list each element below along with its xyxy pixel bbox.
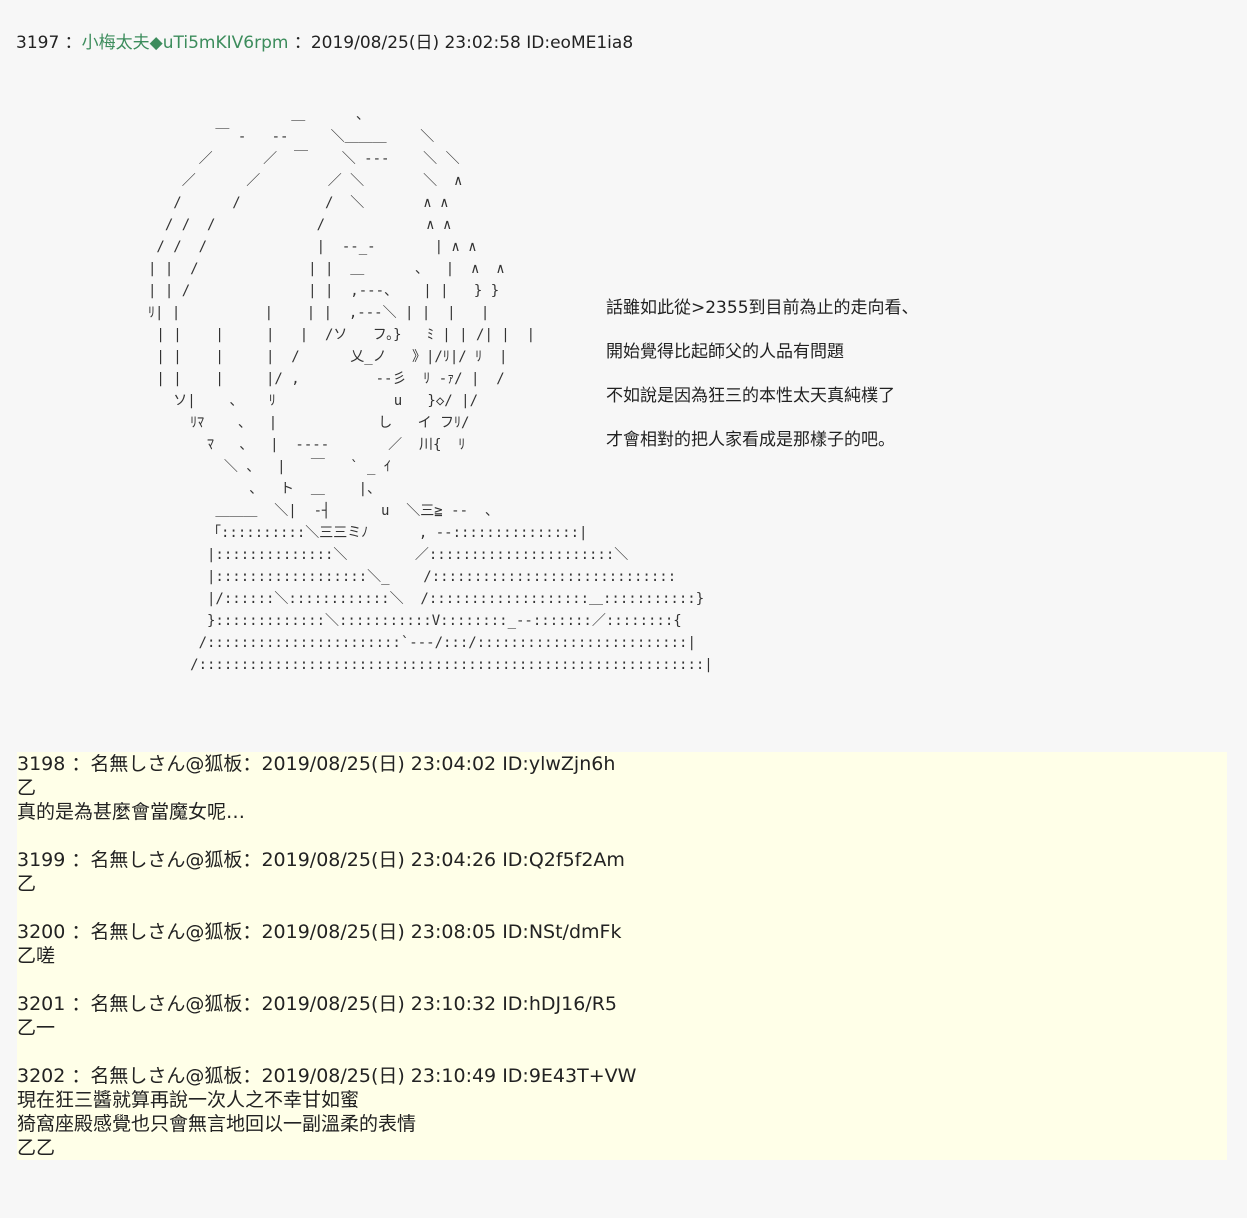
- post-date: 2019/08/25(日) 23:02:58: [310, 33, 521, 53]
- reply-number[interactable]: 3201: [17, 993, 65, 1015]
- reply-number[interactable]: 3198: [17, 753, 65, 775]
- reply: 3198 ：名無しさん@狐板：2019/08/25(日) 23:04:02 ID…: [17, 752, 1227, 824]
- reply-date: 2019/08/25(日) 23:10:49: [261, 1065, 497, 1087]
- reply-name: 名無しさん@狐板: [90, 921, 243, 943]
- op-line: 話雖如此從>2355到目前為止的走向看、: [606, 298, 919, 318]
- post-id: ID:eoME1ia8: [526, 33, 634, 53]
- op-line: 開始覺得比起師父的人品有問題: [606, 342, 844, 362]
- reply-number[interactable]: 3199: [17, 849, 65, 871]
- reply-line: 乙嗟: [17, 945, 56, 967]
- reply-name: 名無しさん@狐板: [90, 1065, 243, 1087]
- reply-line: 猗窩座殿感覺也只會無言地回以一副溫柔的表情: [17, 1113, 417, 1135]
- reply: 3199 ：名無しさん@狐板：2019/08/25(日) 23:04:26 ID…: [17, 848, 1227, 896]
- reply: 3201 ：名無しさん@狐板：2019/08/25(日) 23:10:32 ID…: [17, 992, 1227, 1040]
- post-number: 3197: [16, 33, 60, 53]
- reply-date: 2019/08/25(日) 23:04:26: [261, 849, 497, 871]
- reply-line: 乙一: [17, 1017, 56, 1039]
- reply-line: 真的是為甚麼會當魔女呢…: [17, 801, 246, 823]
- reply-line: 乙: [17, 873, 37, 895]
- reply-date: 2019/08/25(日) 23:08:05: [261, 921, 497, 943]
- post-header: 3197 ：小梅太夫◆uTi5mKIV6rpm ：2019/08/25(日) 2…: [16, 33, 634, 53]
- poster-trip: ◆uTi5mKIV6rpm: [149, 33, 289, 53]
- reply-line: 乙乙: [17, 1137, 56, 1159]
- reply-id: ID:Q2f5f2Am: [502, 849, 625, 871]
- op-line: 才會相對的把人家看成是那樣子的吧。: [606, 430, 895, 450]
- reply: 3200 ：名無しさん@狐板：2019/08/25(日) 23:08:05 ID…: [17, 920, 1227, 968]
- reply-name: 名無しさん@狐板: [90, 753, 243, 775]
- reply: 3202 ：名無しさん@狐板：2019/08/25(日) 23:10:49 ID…: [17, 1064, 1227, 1160]
- poster-name[interactable]: 小梅太夫: [82, 33, 150, 53]
- reply-date: 2019/08/25(日) 23:04:02: [261, 753, 497, 775]
- reply-id: ID:ylwZjn6h: [502, 753, 616, 775]
- reply-number[interactable]: 3200: [17, 921, 65, 943]
- reply-date: 2019/08/25(日) 23:10:32: [261, 993, 497, 1015]
- reply-name: 名無しさん@狐板: [90, 993, 243, 1015]
- reply-id: ID:NSt/dmFk: [502, 921, 622, 943]
- reply-line: 乙: [17, 777, 37, 799]
- op-line: 不如說是因為狂三的本性太天真純樸了: [606, 386, 895, 406]
- reply-number[interactable]: 3202: [17, 1065, 65, 1087]
- reply-id: ID:hDJ16/R5: [502, 993, 617, 1015]
- replies-block: 3198 ：名無しさん@狐板：2019/08/25(日) 23:04:02 ID…: [17, 752, 1227, 1160]
- reply-id: ID:9E43T+VW: [502, 1065, 637, 1087]
- op-body: 話雖如此從>2355到目前為止的走向看、 開始覺得比起師父的人品有問題 不如說是…: [606, 286, 919, 462]
- reply-line: 現在狂三醬就算再說一次人之不幸甘如蜜: [17, 1089, 360, 1111]
- reply-name: 名無しさん@狐板: [90, 849, 243, 871]
